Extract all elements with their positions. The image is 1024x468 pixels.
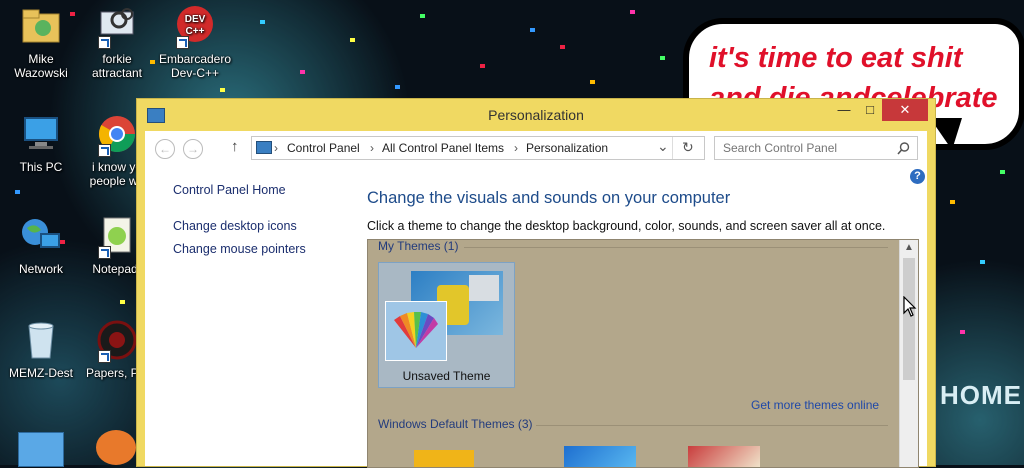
desktop-icon-devcpp[interactable]: DEV C++ Embarcadero Dev-C++: [154, 4, 236, 80]
up-button[interactable]: ↑: [231, 138, 239, 155]
breadcrumb-separator: ›: [370, 141, 374, 155]
theme-tile-flowers[interactable]: [688, 446, 760, 467]
shortcut-arrow-icon: [98, 350, 111, 363]
divider: [536, 425, 888, 426]
desktop-icon-label: Mike Wazowski: [14, 52, 68, 80]
sidebar-control-panel-home[interactable]: Control Panel Home: [173, 183, 286, 197]
title-bar[interactable]: Personalization — □ ✕: [137, 99, 935, 131]
breadcrumb-personalization[interactable]: Personalization: [526, 141, 608, 155]
shortcut-arrow-icon: [98, 144, 111, 157]
window-title: Personalization: [488, 107, 584, 123]
breadcrumb-separator: ›: [274, 141, 278, 155]
close-button[interactable]: ✕: [882, 99, 928, 121]
address-toolbar: ← → ↑ › Control Panel › All Control Pane…: [145, 131, 927, 165]
computer-icon: [24, 117, 58, 149]
theme-tile-windows[interactable]: [414, 450, 474, 467]
theme-list[interactable]: My Themes (1) Unsaved Theme Get more the…: [367, 239, 919, 468]
divider: [464, 247, 888, 248]
divider: [672, 137, 673, 159]
color-fan-icon: [394, 312, 438, 348]
theme-tile-unsaved[interactable]: Unsaved Theme: [378, 262, 515, 388]
desktop-icon-label: MEMZ-Dest: [9, 366, 73, 380]
address-dropdown-button[interactable]: ⌄: [657, 138, 669, 155]
recycle-bin-icon: [28, 322, 54, 359]
breadcrumb-all-items[interactable]: All Control Panel Items: [382, 141, 504, 155]
page-description: Click a theme to change the desktop back…: [367, 219, 886, 233]
scrollbar-thumb[interactable]: [903, 258, 915, 380]
breadcrumb-separator: ›: [514, 141, 518, 155]
sidebar-change-desktop-icons[interactable]: Change desktop icons: [173, 219, 297, 233]
desktop-icon-label: forkie attractant: [91, 52, 143, 80]
desktop-icon-this-pc[interactable]: This PC: [0, 112, 82, 174]
shortcut-arrow-icon: [98, 36, 111, 49]
desktop-icon-recycle-bin[interactable]: MEMZ-Dest: [0, 318, 82, 380]
desktop-icon-forkie[interactable]: forkie attractant: [76, 4, 158, 80]
desktop-icon-mike-wazowski[interactable]: Mike Wazowski: [0, 4, 82, 80]
search-input[interactable]: [721, 140, 895, 156]
desktop-icon-label: Embarcadero Dev-C++: [158, 52, 232, 80]
back-button[interactable]: ←: [155, 139, 175, 159]
desktop-icon-partial[interactable]: [18, 432, 64, 467]
search-box[interactable]: [714, 136, 918, 160]
address-bar[interactable]: › Control Panel › All Control Panel Item…: [251, 136, 705, 160]
help-button[interactable]: ?: [910, 169, 925, 184]
theme-list-scrollbar[interactable]: ▲: [899, 240, 918, 467]
forward-button[interactable]: →: [183, 139, 203, 159]
shortcut-arrow-icon: [176, 36, 189, 49]
svg-text:DEV: DEV: [185, 14, 206, 25]
theme-tile-lines-and-colors[interactable]: [564, 446, 636, 467]
mouse-cursor-icon: [903, 296, 917, 317]
desktop-icon-label: Network: [18, 262, 63, 276]
network-icon: [22, 219, 60, 248]
personalization-window: Personalization — □ ✕ ← → ↑ › Control Pa…: [136, 98, 936, 468]
desktop-icon-partial[interactable]: [96, 430, 136, 465]
breadcrumb-control-panel[interactable]: Control Panel: [287, 141, 360, 155]
folder-icon: [22, 9, 60, 43]
get-more-themes-link[interactable]: Get more themes online: [751, 398, 879, 412]
my-themes-header: My Themes (1): [378, 239, 459, 253]
theme-color-swatch: [385, 301, 447, 361]
windows-themes-header: Windows Default Themes (3): [378, 417, 533, 431]
scroll-up-arrow-icon[interactable]: ▲: [904, 242, 914, 253]
search-icon[interactable]: [897, 142, 910, 155]
page-title: Change the visuals and sounds on your co…: [367, 189, 731, 207]
maximize-button[interactable]: □: [858, 99, 882, 121]
content-area: ? Control Panel Home Change desktop icon…: [145, 165, 927, 468]
refresh-button[interactable]: ↻: [682, 139, 694, 156]
desktop-icon-network[interactable]: Network: [0, 214, 82, 276]
sidebar-change-mouse-pointers[interactable]: Change mouse pointers: [173, 242, 306, 256]
preview-image: [469, 275, 499, 301]
wallpaper-text: HOME: [940, 380, 1022, 410]
desktop-icon-label: Notepad-: [92, 262, 142, 276]
minimize-button[interactable]: —: [832, 99, 856, 121]
desktop-icon-label: This PC: [19, 160, 63, 174]
shortcut-arrow-icon: [98, 246, 111, 259]
control-panel-icon: [256, 141, 272, 154]
theme-name: Unsaved Theme: [402, 369, 491, 383]
